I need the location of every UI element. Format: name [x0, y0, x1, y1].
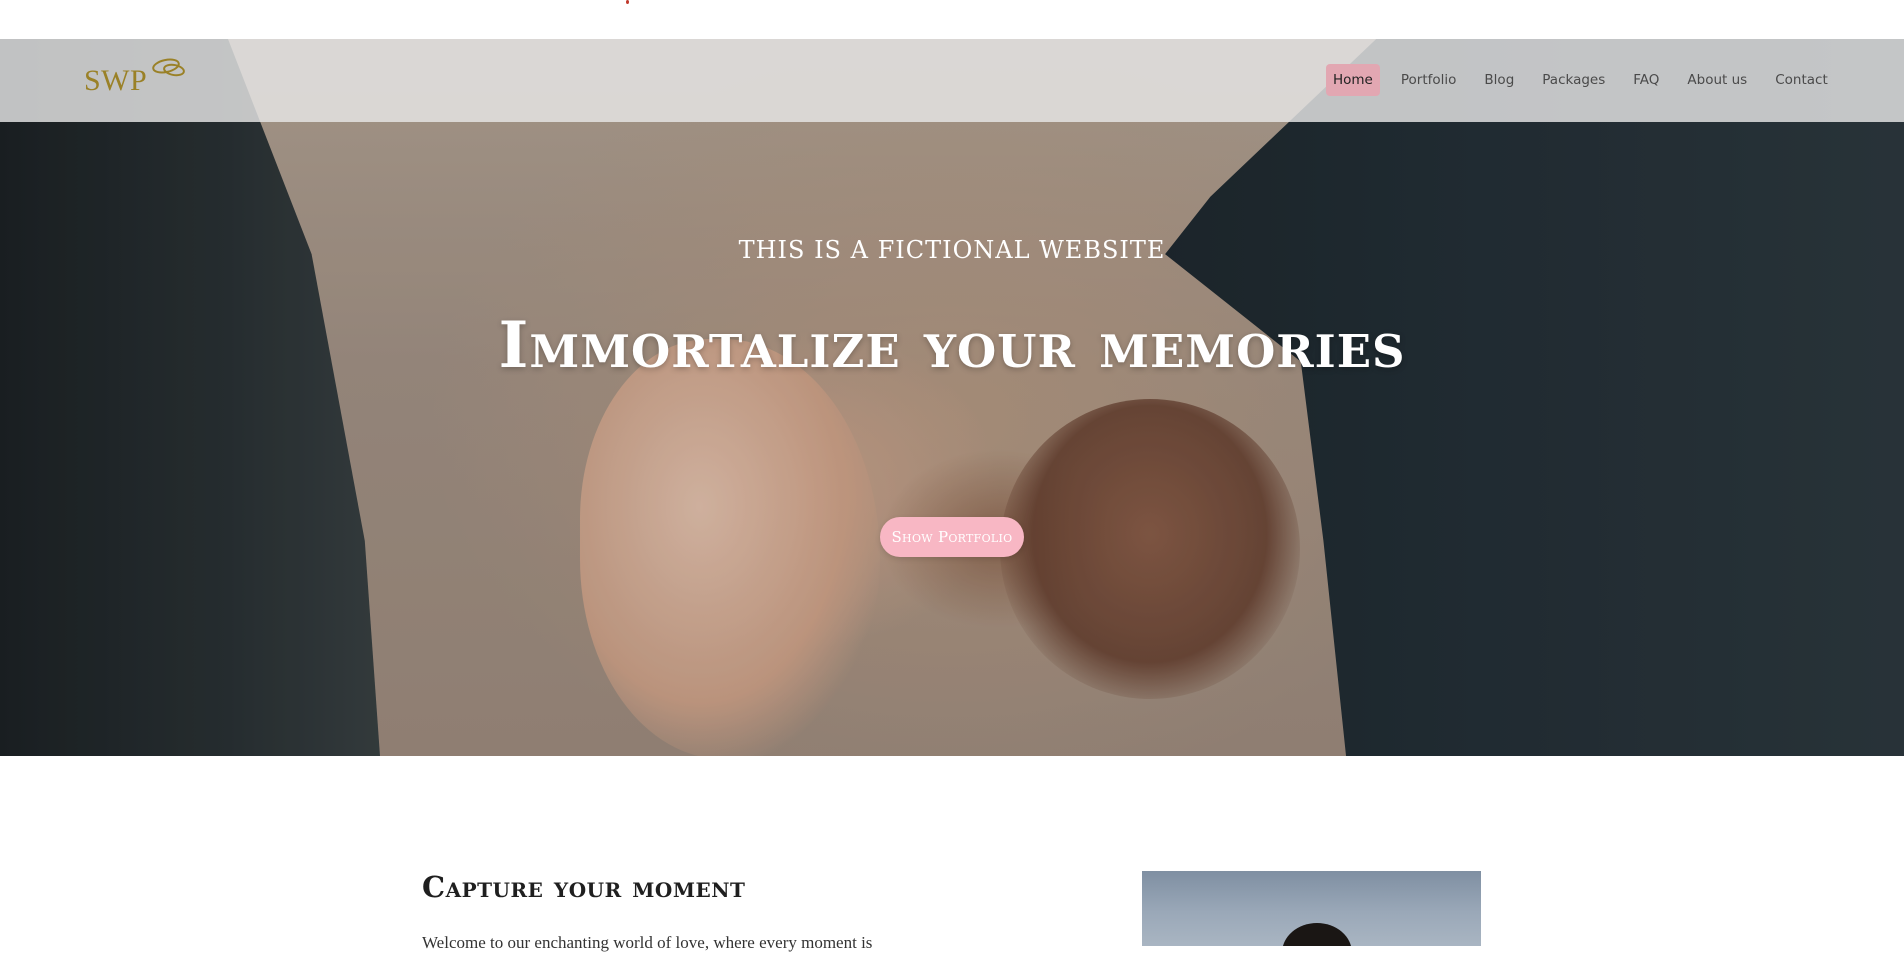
- nav-faq[interactable]: FAQ: [1626, 64, 1666, 96]
- site-logo[interactable]: SWP: [84, 56, 185, 100]
- rings-icon: [152, 58, 185, 77]
- portrait-photo: [1142, 871, 1481, 946]
- nav-about-us[interactable]: About us: [1680, 64, 1754, 96]
- nav-blog[interactable]: Blog: [1477, 64, 1521, 96]
- intro-section: Capture your moment Welcome to our encha…: [0, 756, 1904, 952]
- nav-packages[interactable]: Packages: [1535, 64, 1612, 96]
- hero-overlay: [0, 39, 1904, 756]
- section-text: Welcome to our enchanting world of love,…: [422, 933, 873, 952]
- nav-home[interactable]: Home: [1326, 63, 1380, 96]
- main-nav: Home Portfolio Blog Packages FAQ About u…: [1326, 62, 1849, 97]
- hero-title: Immortalize your memories: [498, 308, 1406, 383]
- top-strip: [0, 0, 1904, 39]
- decorative-dot: [626, 0, 629, 4]
- nav-portfolio[interactable]: Portfolio: [1394, 64, 1464, 96]
- show-portfolio-button[interactable]: Show Portfolio: [880, 517, 1024, 557]
- hero-banner: [0, 39, 1904, 756]
- nav-contact[interactable]: Contact: [1768, 64, 1835, 96]
- section-title: Capture your moment: [422, 870, 746, 904]
- hero-subtitle: THIS IS A FICTIONAL WEBSITE: [738, 236, 1166, 264]
- portrait-head: [1282, 923, 1352, 946]
